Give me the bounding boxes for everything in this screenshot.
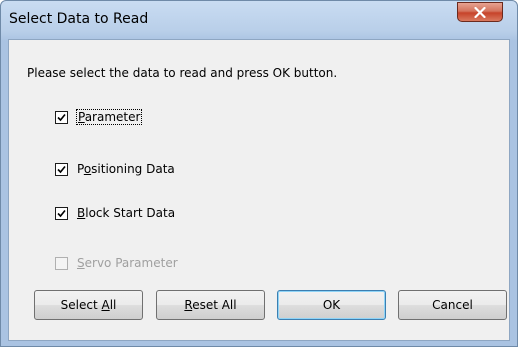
checkbox-box [55,256,68,270]
checkbox-label-positioning-data: Positioning Data [77,162,175,176]
checkbox-label-block-start-data: Block Start Data [77,206,176,220]
checkmark-icon [57,165,66,173]
checkmark-icon [57,113,66,121]
ok-label: OK [322,298,341,312]
cancel-button[interactable]: Cancel [398,290,507,320]
checkbox-label-parameter: Parameter [75,109,143,125]
checkbox-servo-parameter: Servo Parameter [55,255,178,271]
checkmark-icon [57,209,66,217]
window-title: Select Data to Read [9,11,149,27]
reset-all-button[interactable]: Reset All [156,290,265,320]
checkbox-box[interactable] [55,110,68,124]
checkbox-box[interactable] [55,206,68,220]
instruction-text: Please select the data to read and press… [27,66,338,80]
checkbox-block-start-data[interactable]: Block Start Data [55,205,175,221]
select-all-button[interactable]: Select All [34,290,143,320]
checkbox-label-servo-parameter: Servo Parameter [77,256,178,270]
close-x-icon [474,6,486,18]
close-button[interactable] [457,2,503,22]
cancel-label: Cancel [432,298,473,312]
reset-all-label: Reset All [184,298,237,312]
select-all-label: Select All [60,298,117,312]
checkbox-parameter[interactable]: Parameter [55,109,143,125]
title-bar[interactable]: Select Data to Read [1,1,517,39]
checkbox-positioning-data[interactable]: Positioning Data [55,161,175,177]
ok-button[interactable]: OK [277,290,386,320]
checkbox-box[interactable] [55,162,68,176]
